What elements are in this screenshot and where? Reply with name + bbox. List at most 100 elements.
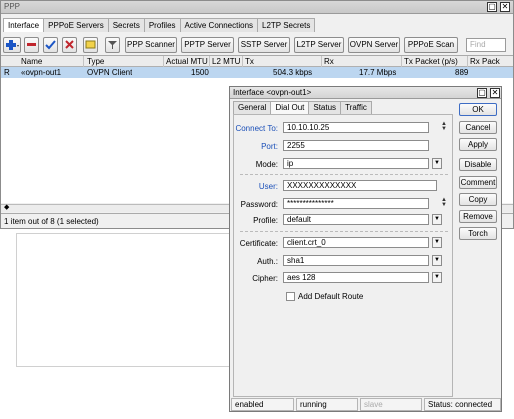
dialog-restore-icon[interactable]: ▢ [477, 88, 487, 98]
dialog-status-bar: enabled running slave Status: connected [231, 398, 501, 411]
comment-dialog-button[interactable]: Comment [459, 176, 497, 189]
apply-button[interactable]: Apply [459, 138, 497, 151]
tab-dial-out[interactable]: Dial Out [270, 101, 310, 114]
tab-active-connections[interactable]: Active Connections [179, 18, 259, 32]
pppoe-scan-button[interactable]: PPPoE Scan [404, 37, 458, 53]
connect-to-label: Connect To: [235, 124, 278, 133]
disable-dialog-button[interactable]: Disable [459, 158, 497, 171]
ppp-titlebar[interactable]: PPP ▢ ✕ [1, 1, 513, 14]
l2tp-server-button[interactable]: L2TP Server [294, 37, 344, 53]
status-running: running [296, 398, 358, 411]
dial-out-panel: Connect To: 10.10.10.25 ▲ ▼ Port: 2255 Mo… [233, 114, 453, 397]
row-flag: R [4, 68, 10, 77]
check-icon [45, 40, 56, 50]
user-input[interactable]: XXXXXXXXXXXXX [283, 180, 437, 191]
col-tx-packet[interactable]: Tx Packet (p/s) [404, 57, 458, 66]
auth-label: Auth.: [257, 257, 278, 266]
comment-button[interactable] [83, 37, 98, 53]
cipher-select[interactable]: aes 128 [283, 272, 429, 283]
note-icon [85, 40, 96, 49]
password-arrows-icon[interactable]: ▲ ▼ [440, 197, 448, 209]
scroll-left-icon[interactable]: ◆ [4, 203, 9, 211]
restore-icon[interactable]: ▢ [487, 2, 497, 12]
row-name: «ovpn-out1 [21, 68, 62, 77]
port-label: Port: [261, 142, 278, 151]
col-l2-mtu[interactable]: L2 MTU [212, 57, 240, 66]
mode-select[interactable]: ip [283, 158, 429, 169]
interface-dialog: Interface <ovpn-out1> ▢ ✕ General Dial O… [229, 86, 502, 412]
cipher-dropdown-icon[interactable]: ▼ [432, 272, 442, 283]
pptp-server-button[interactable]: PPTP Server [181, 37, 234, 53]
tab-profiles[interactable]: Profiles [143, 18, 181, 32]
tab-l2tp-secrets[interactable]: L2TP Secrets [257, 18, 316, 32]
row-tx-packet: 889 [455, 68, 469, 77]
close-icon[interactable]: ✕ [500, 2, 510, 12]
tab-status[interactable]: Status [308, 101, 342, 114]
add-default-route-checkbox[interactable] [286, 292, 295, 301]
filter-button[interactable] [105, 37, 120, 53]
password-label: Password: [240, 200, 278, 209]
col-actual-mtu[interactable]: Actual MTU [166, 57, 208, 66]
profile-dropdown-icon[interactable]: ▼ [432, 214, 442, 225]
row-tx: 504.3 kbps [273, 68, 313, 77]
minus-icon [27, 43, 36, 46]
row-rx: 17.7 Mbps [359, 68, 397, 77]
mode-dropdown-icon[interactable]: ▼ [432, 158, 442, 169]
find-input[interactable]: Find [466, 38, 506, 52]
cipher-label: Cipher: [252, 274, 278, 283]
connect-to-arrows-icon[interactable]: ▲ ▼ [440, 121, 448, 133]
remove-button[interactable] [24, 37, 39, 53]
dialog-title: Interface <ovpn-out1> [233, 88, 312, 97]
x-icon [65, 40, 74, 49]
add-default-route-label: Add Default Route [298, 292, 364, 301]
dialog-titlebar[interactable]: Interface <ovpn-out1> ▢ ✕ [230, 87, 501, 99]
auth-select[interactable]: sha1 [283, 255, 429, 266]
tab-secrets[interactable]: Secrets [107, 18, 145, 32]
add-button[interactable] [3, 37, 21, 53]
toolbar: PPP Scanner PPTP Server SSTP Server L2TP… [1, 34, 513, 54]
dialog-tabs: General Dial Out Status Traffic [233, 101, 372, 114]
profile-label: Profile: [253, 216, 278, 225]
copy-button[interactable]: Copy [459, 193, 497, 206]
remove-dialog-button[interactable]: Remove [459, 210, 497, 223]
ovpn-server-button[interactable]: OVPN Server [348, 37, 400, 53]
user-label: User: [258, 182, 278, 191]
torch-button[interactable]: Torch [459, 227, 497, 240]
certificate-label: Certificate: [239, 239, 278, 248]
row-type: OVPN Client [87, 68, 133, 77]
col-name[interactable]: Name [21, 57, 42, 66]
tab-interface[interactable]: Interface [3, 18, 45, 32]
ok-button[interactable]: OK [459, 103, 497, 116]
mode-label: Mode: [255, 160, 278, 169]
cancel-button[interactable]: Cancel [459, 121, 497, 134]
col-rx-packet[interactable]: Rx Pack [470, 57, 500, 66]
item-count: 1 item out of 8 (1 selected) [4, 217, 99, 226]
status-slave: slave [360, 398, 422, 411]
disable-button[interactable] [62, 37, 77, 53]
table-header: Name Type Actual MTU L2 MTU Tx Rx Tx Pac… [1, 56, 513, 67]
status-connection: Status: connected [424, 398, 501, 411]
profile-select[interactable]: default [283, 214, 429, 225]
main-tabs: Interface PPPoE Servers Secrets Profiles… [3, 18, 316, 32]
tab-pppoe-servers[interactable]: PPPoE Servers [43, 18, 109, 32]
enable-button[interactable] [43, 37, 58, 53]
background-window [16, 233, 232, 367]
col-type[interactable]: Type [87, 57, 104, 66]
port-input[interactable]: 2255 [283, 140, 429, 151]
row-actual-mtu: 1500 [191, 68, 209, 77]
connect-to-input[interactable]: 10.10.10.25 [283, 122, 429, 133]
dialog-close-icon[interactable]: ✕ [490, 88, 500, 98]
tab-traffic[interactable]: Traffic [340, 101, 372, 114]
col-rx[interactable]: Rx [324, 57, 334, 66]
col-tx[interactable]: Tx [245, 57, 254, 66]
add-icon [6, 40, 19, 50]
tab-general[interactable]: General [233, 101, 272, 114]
status-enabled: enabled [231, 398, 294, 411]
ppp-scanner-button[interactable]: PPP Scanner [125, 37, 177, 53]
password-input[interactable]: *************** [283, 198, 429, 209]
sstp-server-button[interactable]: SSTP Server [238, 37, 290, 53]
certificate-dropdown-icon[interactable]: ▼ [432, 237, 442, 248]
certificate-select[interactable]: client.crt_0 [283, 237, 429, 248]
auth-dropdown-icon[interactable]: ▼ [432, 255, 442, 266]
table-row[interactable]: R «ovpn-out1 OVPN Client 1500 504.3 kbps… [1, 67, 513, 78]
